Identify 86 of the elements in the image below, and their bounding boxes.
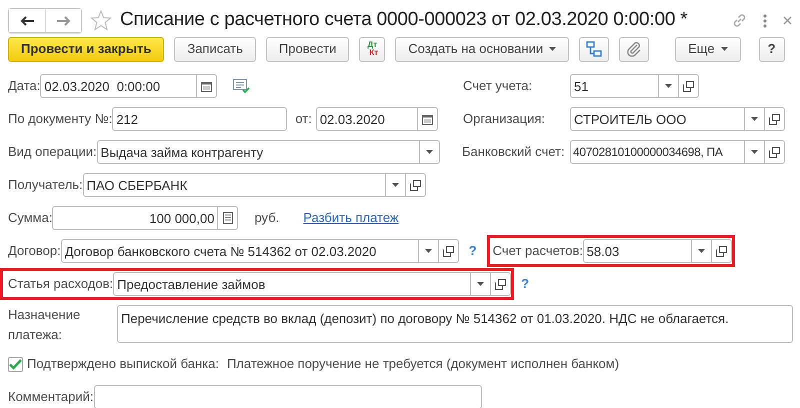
toolbar-button[interactable]: Записать (174, 36, 256, 62)
amount-field[interactable]: 100 000,00 (52, 206, 218, 230)
document-number-field[interactable]: 212 (112, 107, 288, 131)
calendar-button[interactable] (418, 107, 438, 131)
dropdown-icon (751, 150, 758, 154)
operation-type-field[interactable]: Выдача займа контрагенту (96, 140, 420, 164)
dropdown-button[interactable] (420, 140, 440, 164)
open-button[interactable] (491, 272, 512, 296)
bank-account-field[interactable]: 40702810100000034698, ПА (570, 140, 745, 164)
calendar-icon (201, 80, 212, 92)
field-label: Назначение платежа: (8, 306, 82, 344)
calendar-icon (422, 114, 433, 124)
open-button[interactable] (712, 239, 732, 263)
structure-icon (586, 41, 602, 57)
field-label: Статья расходов: (8, 276, 114, 292)
dropdown-button[interactable] (745, 140, 765, 164)
dropdown-icon (392, 183, 399, 187)
open-icon (442, 246, 454, 256)
menu-button[interactable]: Еще (675, 36, 741, 62)
payment-purpose-field[interactable]: Перечисление средств во вклад (депозит) по договору № 514362 от 01.03.2020. НДС не облагается. (117, 305, 793, 343)
dropdown-button[interactable] (659, 74, 679, 98)
dropdown-button[interactable] (692, 239, 712, 263)
paperclip-icon (626, 41, 642, 57)
field-label: Банковский счет: (462, 143, 566, 162)
debit-credit-button[interactable]: Дт Кт (359, 36, 386, 62)
dropdown-icon (424, 249, 432, 253)
forward-arrow-icon (56, 16, 70, 26)
field-label: Организация: (463, 110, 546, 128)
contract-field[interactable]: Договор банковского счета № 514362 от 02.03.2020 (60, 239, 419, 263)
organization-field[interactable]: СТРОИТЕЛЬ ООО (570, 107, 745, 131)
field-label: Счет расчетов: (492, 242, 583, 260)
date-field[interactable]: 02.03.2020 0:00:00 (40, 74, 198, 98)
field-label: По документу №: (8, 111, 112, 126)
dropdown-icon (665, 84, 672, 88)
open-icon (495, 278, 506, 290)
help-mark[interactable]: ? (468, 241, 477, 261)
field-label: Вид операции: (8, 144, 97, 160)
structure-button[interactable] (579, 36, 610, 62)
expense-item-field[interactable]: Предоставление займов (113, 272, 472, 296)
calendar-button[interactable] (197, 74, 218, 98)
window-title: Списание с расчетного счета 0000-000023 от 02.03.2020 0:00:00 * (120, 8, 688, 32)
comment-field[interactable] (94, 385, 482, 408)
field-label: Сумма: (8, 210, 52, 226)
menu-button[interactable]: Создать на основании (395, 36, 570, 62)
open-button[interactable] (679, 74, 699, 98)
toolbar-button[interactable]: Провести (266, 36, 350, 62)
calculator-button[interactable] (218, 206, 238, 230)
attach-button[interactable] (619, 36, 650, 62)
field-label: Счет учета: (463, 77, 534, 96)
field-label: Получатель: (8, 177, 83, 192)
payment-order-note: Платежное поручение не требуется (документ исполнен банком) (226, 355, 620, 374)
checkbox-label: Подтверждено выпиской банка: (27, 355, 219, 374)
field-label: Договор: (8, 243, 61, 258)
open-icon (769, 146, 780, 158)
back-arrow-icon (20, 16, 34, 26)
open-button[interactable] (438, 239, 459, 263)
dropdown-button[interactable] (745, 107, 765, 131)
open-button[interactable] (406, 173, 426, 197)
dropdown-icon (698, 249, 705, 253)
back-button[interactable] (9, 9, 45, 32)
dropdown-icon (751, 117, 758, 121)
help-button[interactable]: ? (758, 36, 785, 62)
dropdown-button[interactable] (386, 173, 406, 197)
open-icon (716, 246, 727, 256)
dropdown-icon (477, 282, 484, 286)
currency-label: руб. (254, 209, 280, 228)
open-button[interactable] (765, 107, 785, 131)
account-field[interactable]: 51 (570, 74, 659, 98)
recipient-field[interactable]: ПАО СБЕРБАНК (82, 173, 386, 197)
open-button[interactable] (765, 140, 785, 164)
open-icon (410, 180, 421, 190)
bank-confirmed-checkbox[interactable] (8, 356, 23, 372)
date-field[interactable]: 02.03.2020 (316, 107, 418, 131)
post-close-button[interactable]: Провести и закрыть (8, 36, 164, 62)
dropdown-button[interactable] (471, 272, 492, 296)
dropdown-button[interactable] (418, 239, 439, 263)
field-label: Комментарий: (8, 389, 94, 404)
dropdown-icon (426, 150, 433, 154)
calculator-icon (222, 212, 233, 224)
field-label: Дата: (8, 78, 40, 94)
open-icon (683, 80, 694, 92)
split-payment-link[interactable]: Разбить платеж (303, 208, 399, 228)
settlement-account-field[interactable]: 58.03 (582, 239, 692, 263)
field-label: от: (295, 110, 312, 128)
open-icon (769, 114, 780, 124)
help-mark[interactable]: ? (521, 274, 530, 294)
